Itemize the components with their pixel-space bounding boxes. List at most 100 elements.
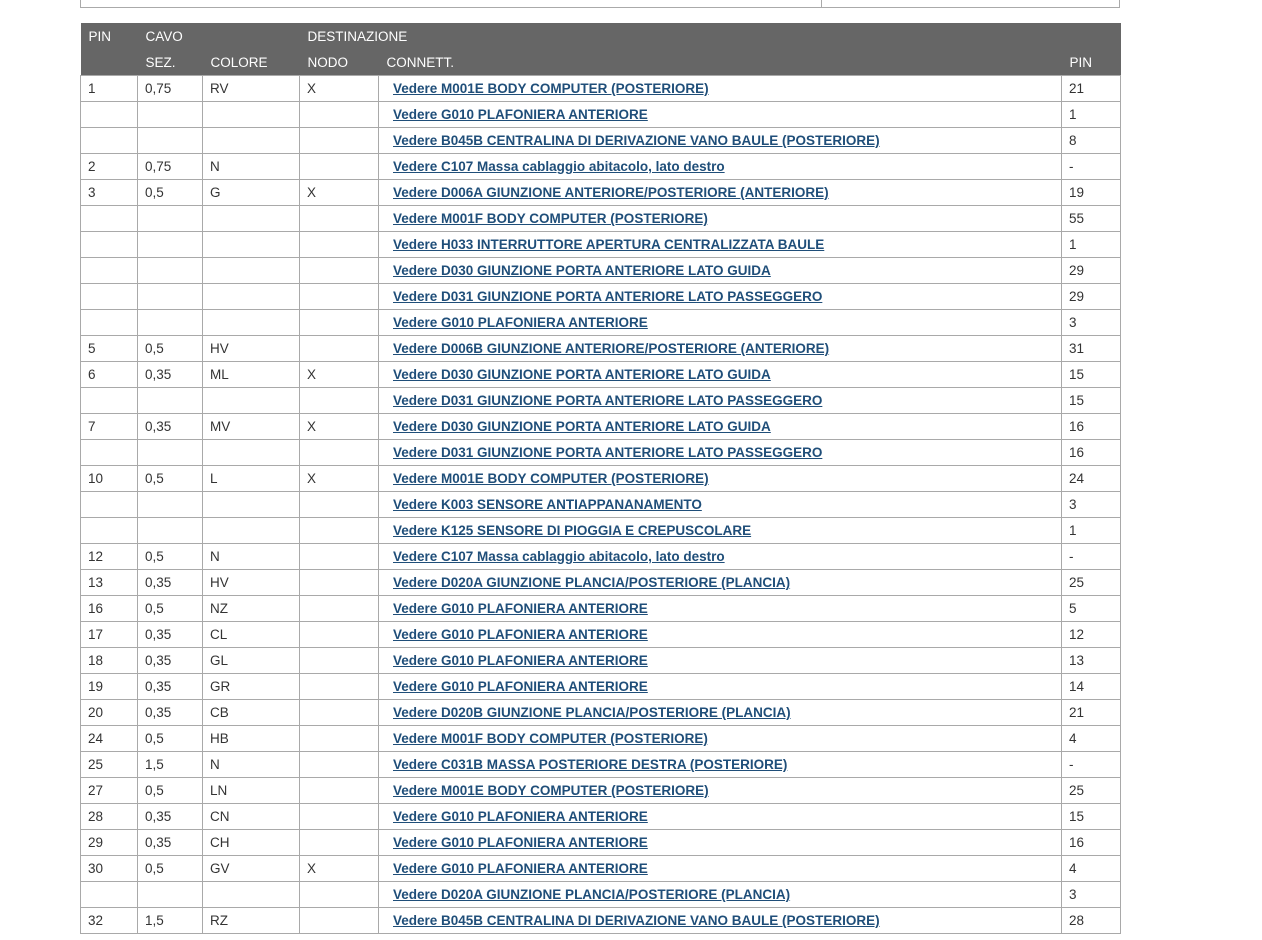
table-row: 30 0,5 GV X Vedere G010 PLAFONIERA ANTERIOR… xyxy=(80,855,1122,882)
connector-link[interactable]: Vedere D030 GIUNZIONE PORTA ANTERIORE LA… xyxy=(393,419,771,434)
cell-connett: Vedere D030 GIUNZIONE PORTA ANTERIORE LA… xyxy=(378,413,1062,440)
cell-colore xyxy=(202,881,300,908)
cell-sez: 0,35 xyxy=(137,699,203,726)
cell-sez xyxy=(137,439,203,466)
cell-dest-pin: - xyxy=(1060,543,1122,570)
cell-colore: CB xyxy=(202,699,300,726)
cell-colore: ML xyxy=(202,361,300,388)
cell-connett: Vedere C107 Massa cablaggio abitacolo, l… xyxy=(378,543,1062,570)
cell-pin: 29 xyxy=(80,829,138,856)
connector-link[interactable]: Vedere D006B GIUNZIONE ANTERIORE/POSTERI… xyxy=(393,341,829,356)
cell-dest-pin: 25 xyxy=(1060,569,1122,596)
cell-connett: Vedere G010 PLAFONIERA ANTERIORE xyxy=(378,673,1062,700)
table-row: Vedere D020A GIUNZIONE PLANCIA/POSTERIOR… xyxy=(80,881,1122,908)
connector-link[interactable]: Vedere D020B GIUNZIONE PLANCIA/POSTERIOR… xyxy=(393,705,791,720)
cell-colore xyxy=(202,439,300,466)
cell-nodo xyxy=(299,309,379,336)
cell-pin xyxy=(80,881,138,908)
table-row: Vedere K003 SENSORE ANTIAPPANANAMENTO 3 xyxy=(80,491,1122,518)
cell-nodo xyxy=(299,725,379,752)
cell-dest-pin: 8 xyxy=(1060,127,1122,154)
header-row-1: PIN CAVO DESTINAZIONE xyxy=(80,23,1121,49)
cell-colore: NZ xyxy=(202,595,300,622)
connector-link[interactable]: Vedere G010 PLAFONIERA ANTERIORE xyxy=(393,315,648,330)
connector-link[interactable]: Vedere D020A GIUNZIONE PLANCIA/POSTERIOR… xyxy=(393,575,790,590)
cell-colore: N xyxy=(202,751,300,778)
connector-link[interactable]: Vedere M001F BODY COMPUTER (POSTERIORE) xyxy=(393,211,708,226)
cell-pin xyxy=(80,309,138,336)
cell-nodo xyxy=(299,647,379,674)
connector-link[interactable]: Vedere K125 SENSORE DI PIOGGIA E CREPUSC… xyxy=(393,523,751,538)
connector-link[interactable]: Vedere C107 Massa cablaggio abitacolo, l… xyxy=(393,549,725,564)
connector-link[interactable]: Vedere G010 PLAFONIERA ANTERIORE xyxy=(393,627,648,642)
header-empty xyxy=(202,23,300,49)
connector-link[interactable]: Vedere D031 GIUNZIONE PORTA ANTERIORE LA… xyxy=(393,445,822,460)
connector-link[interactable]: Vedere C107 Massa cablaggio abitacolo, l… xyxy=(393,159,725,174)
cell-sez xyxy=(137,205,203,232)
cell-colore xyxy=(202,231,300,258)
cell-colore: HV xyxy=(202,569,300,596)
cell-connett: Vedere D006A GIUNZIONE ANTERIORE/POSTERI… xyxy=(378,179,1062,206)
cell-pin: 6 xyxy=(80,361,138,388)
cell-connett: Vedere B045B CENTRALINA DI DERIVAZIONE V… xyxy=(378,127,1062,154)
cell-colore: MV xyxy=(202,413,300,440)
connector-link[interactable]: Vedere M001E BODY COMPUTER (POSTERIORE) xyxy=(393,471,709,486)
cell-nodo xyxy=(299,543,379,570)
connector-link[interactable]: Vedere G010 PLAFONIERA ANTERIORE xyxy=(393,107,648,122)
connector-link[interactable]: Vedere M001F BODY COMPUTER (POSTERIORE) xyxy=(393,731,708,746)
connector-link[interactable]: Vedere D031 GIUNZIONE PORTA ANTERIORE LA… xyxy=(393,289,822,304)
cell-pin xyxy=(80,205,138,232)
header-colore: COLORE xyxy=(202,49,300,76)
connector-link[interactable]: Vedere G010 PLAFONIERA ANTERIORE xyxy=(393,679,648,694)
connector-link[interactable]: Vedere B045B CENTRALINA DI DERIVAZIONE V… xyxy=(393,133,880,148)
header-cavo: CAVO xyxy=(137,23,203,49)
cell-dest-pin: 16 xyxy=(1060,413,1122,440)
table-row: Vedere D031 GIUNZIONE PORTA ANTERIORE LA… xyxy=(80,387,1122,414)
cell-colore xyxy=(202,387,300,414)
cell-pin xyxy=(80,517,138,544)
cell-nodo: X xyxy=(299,361,379,388)
cell-pin: 19 xyxy=(80,673,138,700)
connector-link[interactable]: Vedere G010 PLAFONIERA ANTERIORE xyxy=(393,809,648,824)
cell-nodo xyxy=(299,127,379,154)
table-row: 6 0,35 ML X Vedere D030 GIUNZIONE PORTA ANT… xyxy=(80,361,1122,388)
cell-pin: 16 xyxy=(80,595,138,622)
connector-link[interactable]: Vedere M001E BODY COMPUTER (POSTERIORE) xyxy=(393,81,709,96)
table-row: 28 0,35 CN Vedere G010 PLAFONIERA ANTERIOR… xyxy=(80,803,1122,830)
cell-connett: Vedere D020B GIUNZIONE PLANCIA/POSTERIOR… xyxy=(378,699,1062,726)
connector-link[interactable]: Vedere K003 SENSORE ANTIAPPANANAMENTO xyxy=(393,497,702,512)
cell-nodo: X xyxy=(299,465,379,492)
cell-dest-pin: 25 xyxy=(1060,777,1122,804)
table-row: 2 0,75 N Vedere C107 Massa cablaggio abita… xyxy=(80,153,1122,180)
connector-link[interactable]: Vedere D030 GIUNZIONE PORTA ANTERIORE LA… xyxy=(393,367,771,382)
connector-link[interactable]: Vedere G010 PLAFONIERA ANTERIORE xyxy=(393,601,648,616)
table-row: 12 0,5 N Vedere C107 Massa cablaggio abita… xyxy=(80,543,1122,570)
cell-dest-pin: 24 xyxy=(1060,465,1122,492)
connector-link[interactable]: Vedere G010 PLAFONIERA ANTERIORE xyxy=(393,861,648,876)
connector-link[interactable]: Vedere C031B MASSA POSTERIORE DESTRA (PO… xyxy=(393,757,787,772)
cell-sez: 0,5 xyxy=(137,855,203,882)
connector-link[interactable]: Vedere D006A GIUNZIONE ANTERIORE/POSTERI… xyxy=(393,185,829,200)
connector-link[interactable]: Vedere B045B CENTRALINA DI DERIVAZIONE V… xyxy=(393,913,880,928)
cell-colore xyxy=(202,283,300,310)
cell-connett: Vedere G010 PLAFONIERA ANTERIORE xyxy=(378,309,1062,336)
connector-link[interactable]: Vedere H033 INTERRUTTORE APERTURA CENTRA… xyxy=(393,237,824,252)
cell-connett: Vedere M001F BODY COMPUTER (POSTERIORE) xyxy=(378,725,1062,752)
connector-link[interactable]: Vedere G010 PLAFONIERA ANTERIORE xyxy=(393,835,648,850)
connector-link[interactable]: Vedere D020A GIUNZIONE PLANCIA/POSTERIOR… xyxy=(393,887,790,902)
cell-connett: Vedere K003 SENSORE ANTIAPPANANAMENTO xyxy=(378,491,1062,518)
cell-colore: G xyxy=(202,179,300,206)
cell-dest-pin: 4 xyxy=(1060,725,1122,752)
cell-pin xyxy=(80,101,138,128)
cell-dest-pin: - xyxy=(1060,153,1122,180)
connector-link[interactable]: Vedere D030 GIUNZIONE PORTA ANTERIORE LA… xyxy=(393,263,771,278)
table-row: 7 0,35 MV X Vedere D030 GIUNZIONE PORTA ANT… xyxy=(80,413,1122,440)
cell-connett: Vedere D031 GIUNZIONE PORTA ANTERIORE LA… xyxy=(378,283,1062,310)
cell-colore: GL xyxy=(202,647,300,674)
cell-pin: 17 xyxy=(80,621,138,648)
cell-sez: 0,35 xyxy=(137,569,203,596)
table-row: 29 0,35 CH Vedere G010 PLAFONIERA ANTERIOR… xyxy=(80,829,1122,856)
connector-link[interactable]: Vedere D031 GIUNZIONE PORTA ANTERIORE LA… xyxy=(393,393,822,408)
connector-link[interactable]: Vedere G010 PLAFONIERA ANTERIORE xyxy=(393,653,648,668)
connector-link[interactable]: Vedere M001E BODY COMPUTER (POSTERIORE) xyxy=(393,783,709,798)
